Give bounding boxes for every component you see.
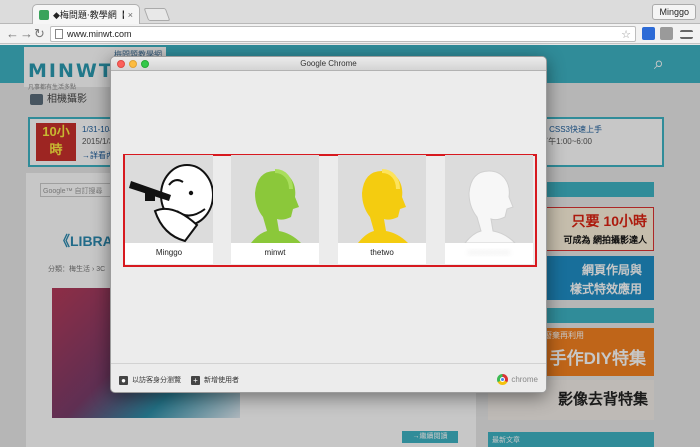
profile-card-minggo[interactable]: Minggo: [125, 155, 213, 264]
person-head-icon: [358, 169, 408, 243]
user-manager-footer: ● 以訪客身分瀏覽 + 新增使用者 chrome: [111, 363, 546, 392]
profile-card-minwt[interactable]: minwt: [231, 155, 319, 264]
site-favicon-icon: [39, 9, 49, 20]
bookmark-star-icon[interactable]: ☆: [621, 28, 631, 41]
window-title: Google Chrome: [111, 57, 546, 71]
browser-tab[interactable]: ◆梅問題‧教學網【Minwt】◆ ×: [32, 4, 140, 24]
tab-title: ◆梅問題‧教學網【Minwt】◆: [53, 10, 124, 20]
guest-user-icon: ●: [119, 375, 128, 385]
profile-card-thetwo[interactable]: thetwo: [338, 155, 426, 264]
profile-card-hidden[interactable]: ················: [445, 155, 533, 264]
profile-name: minwt: [264, 248, 286, 257]
forward-arrow-icon[interactable]: →: [20, 26, 33, 42]
menu-hamburger-icon[interactable]: [680, 30, 693, 39]
add-user-icon: +: [191, 375, 200, 385]
page-icon: [55, 29, 63, 39]
reload-icon[interactable]: ↻: [34, 26, 45, 42]
chrome-wordmark: chrome: [511, 375, 538, 384]
green-head-avatar: [231, 155, 319, 243]
new-tab-button[interactable]: [143, 8, 171, 21]
profile-name: thetwo: [370, 248, 394, 257]
browse-as-guest-label: 以訪客身分瀏覽: [132, 377, 181, 384]
yellow-head-avatar: [338, 155, 426, 243]
close-window-button[interactable]: [117, 60, 125, 68]
photo-avatar: [125, 155, 213, 243]
meme-face-icon: [129, 164, 213, 243]
profile-name: Minggo: [155, 248, 183, 257]
white-head-avatar: [445, 155, 533, 243]
profile-switcher-button[interactable]: Minggo: [652, 4, 696, 20]
add-user-button[interactable]: + 新增使用者: [191, 375, 239, 385]
tab-strip: ◆梅問題‧教學網【Minwt】◆ × Minggo: [0, 0, 700, 24]
person-head-icon: [464, 170, 516, 243]
tab-close-icon[interactable]: ×: [128, 10, 133, 20]
extension-mail-icon[interactable]: [660, 27, 673, 40]
chrome-brand: chrome: [497, 374, 538, 385]
person-head-icon: [251, 169, 301, 243]
browser-toolbar: ← → ↻ www.minwt.com ☆: [0, 24, 700, 44]
address-bar[interactable]: www.minwt.com ☆: [50, 26, 636, 42]
add-user-label: 新增使用者: [204, 377, 239, 384]
address-bar-url[interactable]: www.minwt.com: [67, 29, 617, 39]
extension-translate-icon[interactable]: [642, 27, 655, 40]
back-arrow-icon[interactable]: ←: [6, 26, 19, 42]
zoom-window-button[interactable]: [141, 60, 149, 68]
user-manager-window: Google Chrome Minggo minwt thetwo ······…: [110, 56, 547, 393]
profile-name-blurred: ················: [467, 248, 511, 257]
chrome-logo-icon: [497, 374, 509, 385]
browse-as-guest-button[interactable]: ● 以訪客身分瀏覽: [119, 375, 181, 385]
minimize-window-button[interactable]: [129, 60, 137, 68]
